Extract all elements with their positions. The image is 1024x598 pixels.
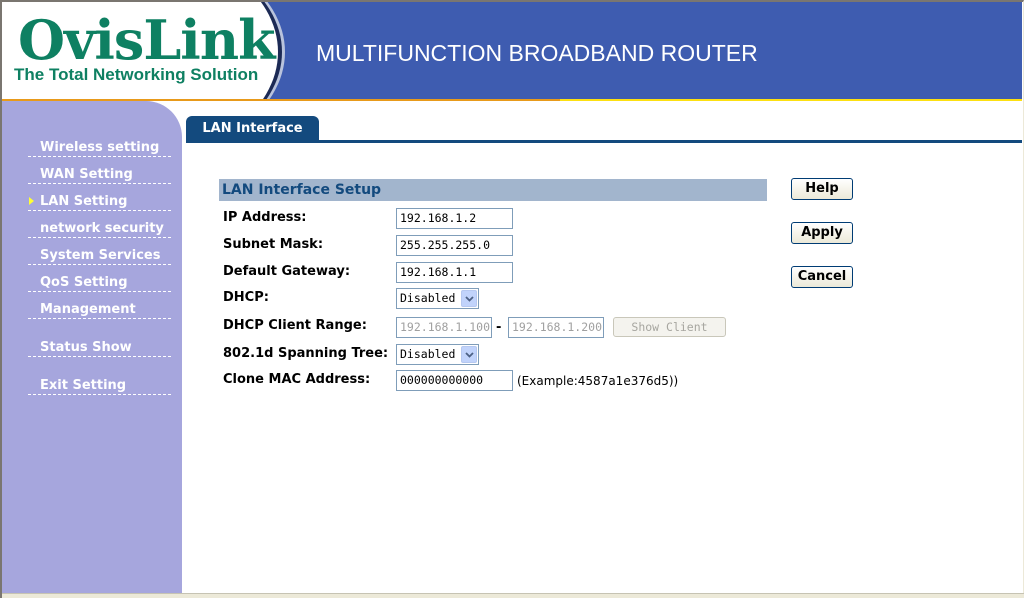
brand-tagline: The Total Networking Solution [14, 65, 259, 84]
section-title: LAN Interface Setup [219, 179, 767, 201]
range-separator: - [496, 320, 502, 335]
dhcp-range-end-input[interactable]: 192.168.1.200 [508, 317, 604, 338]
router-title: MULTIFUNCTION BROADBAND ROUTER [316, 40, 758, 66]
spanning-tree-select-value: Disabled [400, 347, 456, 361]
sidebar-item-qos-setting[interactable]: QoS Setting [28, 272, 171, 292]
ip-address-label: IP Address: [223, 210, 307, 225]
cancel-button[interactable]: Cancel [791, 266, 853, 288]
apply-button[interactable]: Apply [791, 222, 853, 244]
sidebar-item-label: Management [40, 302, 136, 317]
header-banner: OvisLink The Total Networking Solution M… [2, 2, 1022, 100]
subnet-mask-label: Subnet Mask: [223, 237, 324, 252]
sidebar-item-status-show[interactable]: Status Show [28, 337, 171, 357]
clone-mac-input[interactable]: 000000000000 [396, 370, 513, 391]
sidebar-item-label: Status Show [40, 340, 132, 355]
sidebar-item-label: network security [40, 221, 164, 236]
chevron-down-icon[interactable] [461, 290, 477, 307]
window-bottom-edge [2, 593, 1024, 598]
dhcp-select[interactable]: Disabled [396, 288, 479, 309]
spanning-tree-select[interactable]: Disabled [396, 344, 479, 365]
sidebar-item-label: System Services [40, 248, 161, 263]
chevron-down-icon[interactable] [461, 346, 477, 363]
sidebar-item-label: QoS Setting [40, 275, 128, 290]
show-client-button[interactable]: Show Client [613, 317, 726, 337]
sidebar-item-wan-setting[interactable]: WAN Setting [28, 164, 171, 184]
subnet-mask-input[interactable]: 255.255.255.0 [396, 235, 513, 256]
dhcp-select-value: Disabled [400, 291, 456, 305]
sidebar-item-wireless-setting[interactable]: Wireless setting [28, 137, 171, 157]
help-button[interactable]: Help [791, 178, 853, 200]
sidebar-item-label: LAN Setting [40, 194, 128, 209]
sidebar-nav: Wireless setting WAN Setting LAN Setting… [2, 101, 182, 593]
dhcp-client-range-label: DHCP Client Range: [223, 318, 367, 333]
clone-mac-label: Clone MAC Address: [223, 372, 371, 387]
dhcp-range-start-input[interactable]: 192.168.1.100 [396, 317, 492, 338]
tab-lan-interface[interactable]: LAN Interface [186, 116, 319, 140]
brand-logo: OvisLink [18, 8, 275, 72]
dhcp-label: DHCP: [223, 290, 269, 305]
header-divider-accent [560, 99, 1022, 101]
sidebar-item-exit-setting[interactable]: Exit Setting [28, 375, 171, 395]
sidebar-item-system-services[interactable]: System Services [28, 245, 171, 265]
default-gateway-label: Default Gateway: [223, 264, 351, 279]
sidebar-item-management[interactable]: Management [28, 299, 171, 319]
ip-address-input[interactable]: 192.168.1.2 [396, 208, 513, 229]
sidebar-item-network-security[interactable]: network security [28, 218, 171, 238]
active-arrow-icon [29, 197, 34, 205]
sidebar-item-label: Wireless setting [40, 140, 160, 155]
sidebar-item-label: WAN Setting [40, 167, 133, 182]
default-gateway-input[interactable]: 192.168.1.1 [396, 262, 513, 283]
sidebar-item-label: Exit Setting [40, 378, 127, 393]
spanning-tree-label: 802.1d Spanning Tree: [223, 346, 389, 361]
sidebar-item-lan-setting[interactable]: LAN Setting [28, 191, 171, 211]
clone-mac-example: (Example:4587a1e376d5)) [517, 374, 679, 388]
tab-underline [186, 140, 1022, 143]
